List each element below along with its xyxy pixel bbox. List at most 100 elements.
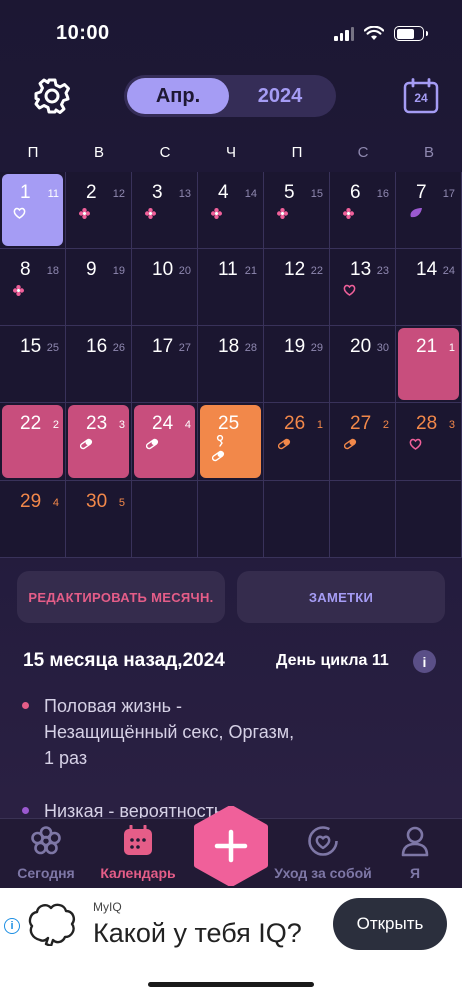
status-icons bbox=[334, 26, 428, 41]
cycle-day-number: 2 bbox=[52, 419, 59, 431]
cycle-day-number: 12 bbox=[112, 188, 125, 200]
calendar-day-cell[interactable]: 23 3 bbox=[66, 403, 132, 481]
day-number: 6 bbox=[350, 182, 361, 203]
flower-icon bbox=[211, 206, 222, 224]
calendar-day-cell[interactable]: 6 16 bbox=[330, 172, 396, 249]
edit-period-button[interactable]: РЕДАКТИРОВАТЬ МЕСЯЧН. bbox=[17, 571, 225, 623]
cycle-day-number: 11 bbox=[47, 188, 59, 200]
month-tab[interactable]: Апр. bbox=[127, 78, 229, 114]
day-highlight bbox=[2, 174, 63, 246]
info-icon[interactable]: i bbox=[413, 650, 436, 673]
action-buttons: РЕДАКТИРОВАТЬ МЕСЯЧН. ЗАМЕТКИ bbox=[0, 571, 462, 623]
tab-label: Сегодня bbox=[17, 865, 75, 881]
year-tab[interactable]: 2024 bbox=[230, 78, 330, 114]
calendar-day-cell[interactable]: 18 28 bbox=[198, 326, 264, 403]
weekday: П bbox=[291, 144, 303, 161]
calendar-day-cell[interactable]: 11 21 bbox=[198, 249, 264, 326]
cycle-day-number: 30 bbox=[376, 342, 389, 354]
calendar-day-cell[interactable]: 3 13 bbox=[132, 172, 198, 249]
day-number: 29 bbox=[20, 491, 42, 512]
calendar-day-cell[interactable]: 20 30 bbox=[330, 326, 396, 403]
flower-icon bbox=[343, 206, 354, 224]
selected-date-title: 15 месяца назад,2024 bbox=[23, 650, 225, 671]
cycle-day-number: 21 bbox=[244, 265, 257, 277]
flower-icon bbox=[13, 283, 24, 301]
calendar-day-cell[interactable]: 21 1 bbox=[396, 326, 462, 403]
cycle-day-number: 25 bbox=[46, 342, 59, 354]
today-button[interactable]: 24 bbox=[403, 78, 439, 114]
ad-open-button[interactable]: Открыть bbox=[333, 898, 447, 950]
ad-info-icon[interactable]: i bbox=[4, 918, 20, 934]
calendar-day-cell[interactable]: 13 23 bbox=[330, 249, 396, 326]
calendar-icon bbox=[124, 825, 152, 855]
heart-icon bbox=[409, 437, 422, 455]
calendar-day-cell[interactable]: 29 4 bbox=[0, 481, 66, 558]
day-number: 14 bbox=[416, 259, 438, 280]
ad-banner[interactable]: i MyIQ Какой у тебя IQ? Открыть bbox=[0, 888, 462, 960]
weekday: В bbox=[93, 144, 104, 161]
day-number: 10 bbox=[152, 259, 174, 280]
day-number: 13 bbox=[350, 259, 372, 280]
cycle-day-number: 1 bbox=[316, 419, 323, 431]
calendar-day-cell[interactable]: 4 14 bbox=[198, 172, 264, 249]
flower-icon bbox=[79, 206, 90, 224]
wifi-icon bbox=[364, 26, 384, 40]
day-info: 15 месяца назад,2024 День цикла 11 i bbox=[0, 650, 462, 678]
cycle-day-number: 14 bbox=[244, 188, 257, 200]
cycle-day-number: 20 bbox=[178, 265, 191, 277]
cycle-day-number: 4 bbox=[52, 497, 59, 509]
calendar-day-cell[interactable]: 17 27 bbox=[132, 326, 198, 403]
calendar-day-cell[interactable]: 25 bbox=[198, 403, 264, 481]
calendar-day-cell[interactable]: 15 25 bbox=[0, 326, 66, 403]
calendar-day-cell[interactable]: 9 19 bbox=[66, 249, 132, 326]
cycle-day-number: 27 bbox=[178, 342, 191, 354]
day-number: 15 bbox=[20, 336, 42, 357]
calendar-day-cell[interactable]: 5 15 bbox=[264, 172, 330, 249]
weekday: С bbox=[357, 144, 369, 161]
home-indicator-area bbox=[0, 960, 462, 1000]
day-number: 7 bbox=[416, 182, 427, 203]
cycle-day-number: 1 bbox=[448, 342, 455, 354]
calendar-day-cell[interactable]: 28 3 bbox=[396, 403, 462, 481]
tab-calendar[interactable]: Календарь bbox=[93, 825, 183, 885]
calendar-day-cell[interactable]: 12 22 bbox=[264, 249, 330, 326]
day-number: 22 bbox=[20, 413, 42, 434]
calendar-day-cell[interactable]: 27 2 bbox=[330, 403, 396, 481]
cycle-day-number: 23 bbox=[376, 265, 389, 277]
settings-button[interactable] bbox=[32, 76, 72, 116]
tab-me[interactable]: Я bbox=[370, 825, 460, 885]
tab-today[interactable]: Сегодня bbox=[1, 825, 91, 885]
calendar-day-cell[interactable]: 7 17 bbox=[396, 172, 462, 249]
calendar-day-cell[interactable]: 19 29 bbox=[264, 326, 330, 403]
calendar-day-cell[interactable]: 1 11 bbox=[0, 172, 66, 249]
day-number: 5 bbox=[284, 182, 295, 203]
person-icon bbox=[401, 826, 429, 857]
tab-label: Календарь bbox=[100, 865, 176, 881]
calendar-day-cell[interactable]: 2 12 bbox=[66, 172, 132, 249]
calendar-day-cell[interactable]: 16 26 bbox=[66, 326, 132, 403]
tab-self-care[interactable]: Уход за собой bbox=[274, 825, 372, 885]
day-number: 26 bbox=[284, 413, 306, 434]
calendar-day-cell[interactable]: 10 20 bbox=[132, 249, 198, 326]
day-number: 30 bbox=[86, 491, 108, 512]
calendar-day-cell[interactable]: 30 5 bbox=[66, 481, 132, 558]
calendar-day-cell[interactable]: 24 4 bbox=[132, 403, 198, 481]
calendar-day-cell[interactable]: 8 18 bbox=[0, 249, 66, 326]
cycle-day-number: 24 bbox=[442, 265, 455, 277]
heart-icon bbox=[343, 283, 356, 301]
day-number: 20 bbox=[350, 336, 372, 357]
day-number: 2 bbox=[86, 182, 97, 203]
weekday: П bbox=[27, 144, 39, 161]
cycle-day-number: 15 bbox=[310, 188, 323, 200]
day-number: 17 bbox=[152, 336, 174, 357]
cycle-day-number: 18 bbox=[46, 265, 59, 277]
detail-text: Половая жизнь - Незащищённый секс, Оргаз… bbox=[44, 696, 295, 768]
calendar-day-cell[interactable]: 26 1 bbox=[264, 403, 330, 481]
add-button[interactable] bbox=[193, 805, 269, 887]
notes-button[interactable]: ЗАМЕТКИ bbox=[237, 571, 445, 623]
weekday: В bbox=[423, 144, 434, 161]
calendar-day-cell[interactable]: 22 2 bbox=[0, 403, 66, 481]
calendar-day-cell[interactable]: 14 24 bbox=[396, 249, 462, 326]
plus-icon bbox=[194, 805, 268, 887]
tab-label: Я bbox=[409, 865, 421, 881]
